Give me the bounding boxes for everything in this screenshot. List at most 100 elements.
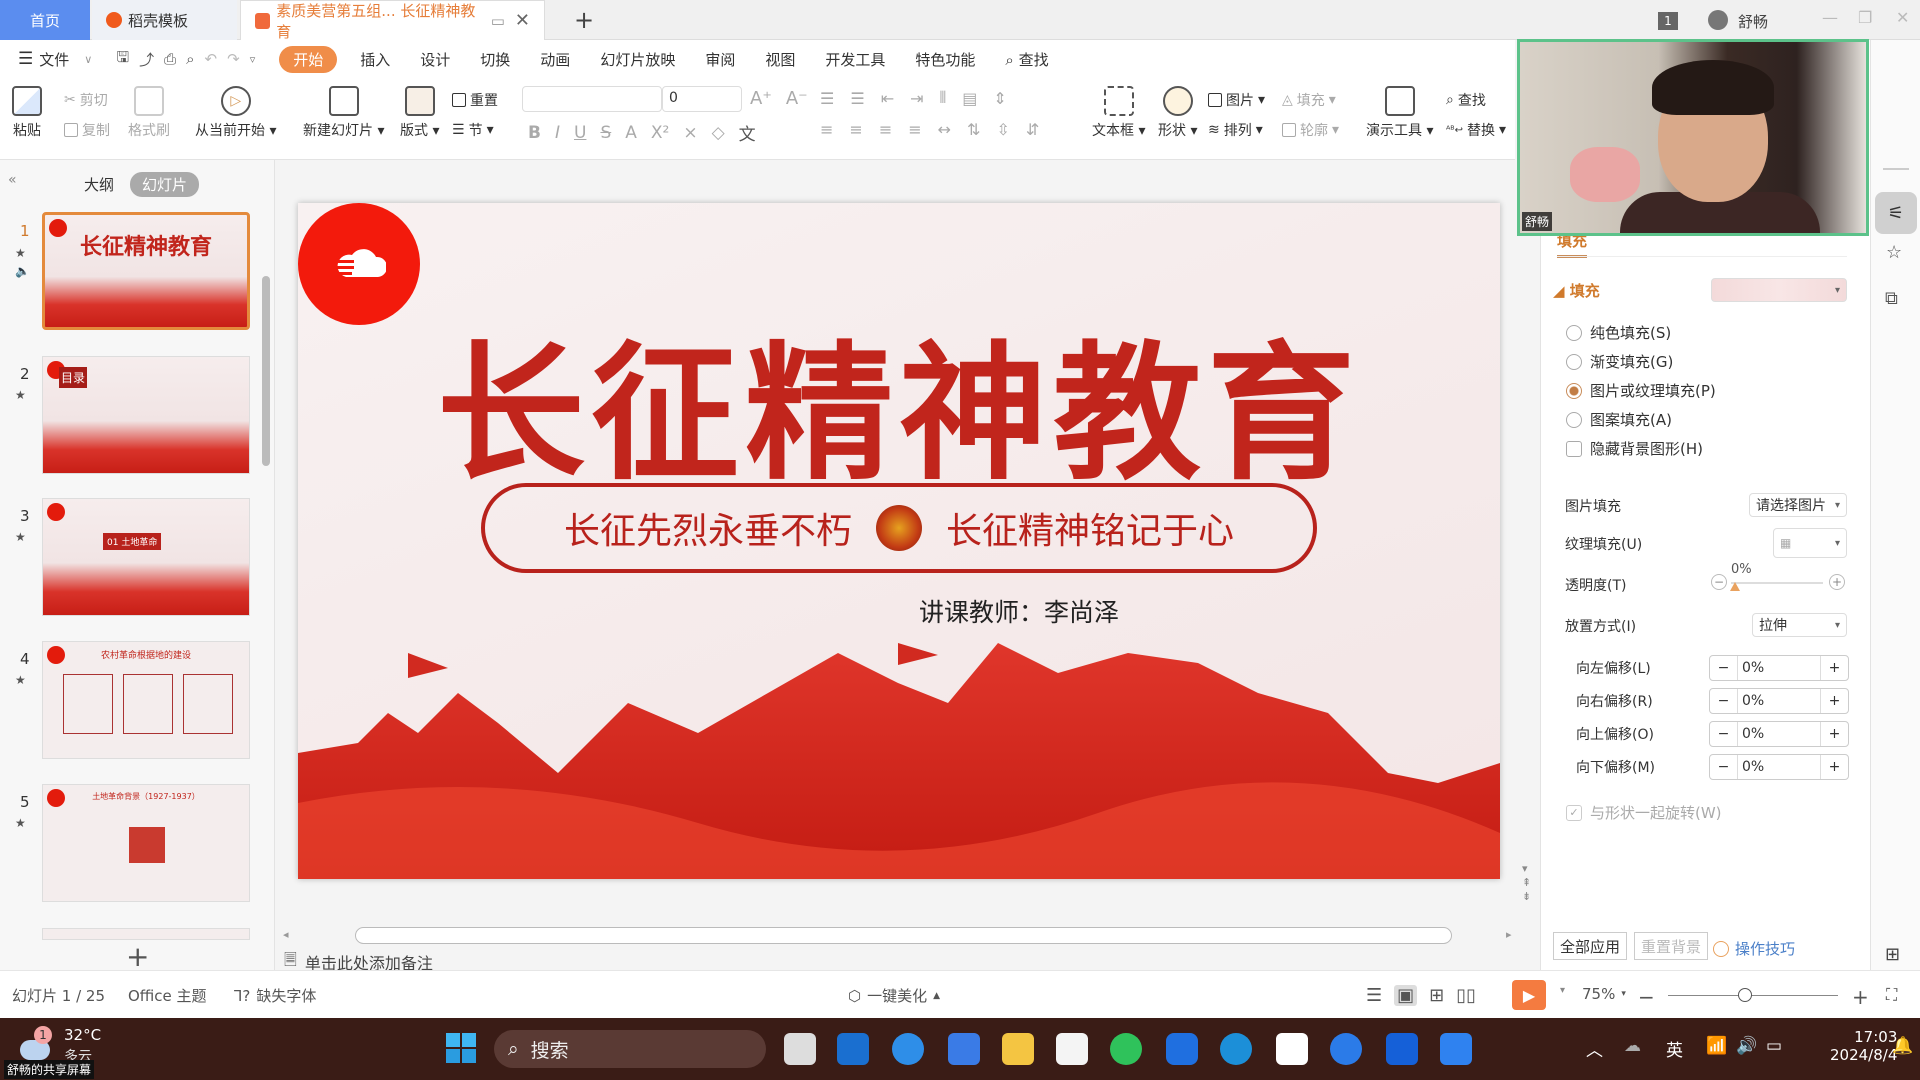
increment-button[interactable]: + [1820, 755, 1848, 779]
onedrive-off-icon[interactable]: ☁ [1624, 1036, 1641, 1056]
slide-teacher[interactable]: 讲课教师：李尚泽 [298, 593, 1500, 629]
numbering-icon[interactable]: ☰ [850, 89, 864, 108]
eraser-icon[interactable]: ◇ [712, 123, 725, 143]
new-tab-button[interactable]: + [560, 0, 608, 40]
hide-background-checkbox[interactable]: 隐藏背景图形(H) [1566, 438, 1703, 459]
offset-right-stepper[interactable]: −0% + [1709, 688, 1849, 714]
thumbnail-scrollbar[interactable] [262, 276, 270, 466]
print-icon[interactable]: ⎙ [164, 50, 176, 68]
text-direction-icon[interactable]: ⇕ [993, 89, 1006, 108]
reset-background-button[interactable]: 重置背景 [1634, 932, 1709, 960]
menu-insert[interactable]: 插入 [345, 49, 405, 70]
placement-dropdown[interactable]: 拉伸 ▾ [1752, 613, 1847, 637]
input-method-indicator[interactable]: 英 [1666, 1036, 1683, 1061]
paste-button[interactable]: 粘贴 [12, 86, 42, 140]
radio-picture-fill[interactable]: 图片或纹理填充(P) [1566, 380, 1716, 401]
picture-button[interactable]: 图片 ▾ [1208, 90, 1265, 110]
menu-design[interactable]: 设计 [405, 49, 465, 70]
layout-button[interactable]: 版式 ▾ [400, 86, 439, 140]
decrease-indent-icon[interactable]: ⇤ [881, 89, 894, 108]
close-tab-icon[interactable]: ✕ [515, 10, 530, 31]
file-explorer-icon[interactable] [1002, 1033, 1034, 1065]
scroll-left-icon[interactable]: ◂ [283, 928, 289, 941]
new-slide-button[interactable]: 新建幻灯片 ▾ [303, 86, 384, 140]
zoom-out-button[interactable]: − [1638, 985, 1655, 1009]
properties-sliders-icon[interactable]: ⚟ [1875, 192, 1917, 234]
radio-solid-fill[interactable]: 纯色填充(S) [1566, 322, 1671, 343]
offset-bottom-value[interactable]: 0% [1738, 755, 1820, 779]
transform-icon[interactable]: ⧉ [1885, 288, 1898, 309]
customize-quick-access-icon[interactable]: ▿ [250, 53, 256, 66]
tips-link[interactable]: 操作技巧 [1713, 938, 1795, 959]
tencent-meeting-icon[interactable] [1330, 1033, 1362, 1065]
kugou-icon[interactable] [1166, 1033, 1198, 1065]
bullets-icon[interactable]: ☰ [820, 89, 834, 108]
myhp-icon[interactable] [837, 1033, 869, 1065]
radio-pattern-fill[interactable]: 图案填充(A) [1566, 409, 1672, 430]
apply-all-button[interactable]: 全部应用 [1553, 932, 1628, 960]
transparency-slider[interactable] [1731, 582, 1823, 584]
bold-icon[interactable]: B [528, 123, 541, 143]
show-hidden-icons[interactable]: ︿ [1586, 1036, 1603, 1061]
section-button[interactable]: ☰ 节 ▾ [452, 120, 494, 140]
slide-thumbnail-6[interactable] [42, 928, 250, 940]
reset-button[interactable]: 重置 [452, 90, 498, 110]
phonetic-icon[interactable]: 文 [739, 120, 756, 145]
transparency-decrease-button[interactable]: − [1711, 574, 1727, 590]
spacing-icon[interactable]: ⇵ [1026, 120, 1039, 139]
slide-thumbnail-3[interactable]: 01 土地革命 [42, 498, 250, 616]
zoom-slider[interactable] [1668, 995, 1838, 996]
align-text-icon[interactable]: ▤ [962, 89, 977, 108]
align-left-icon[interactable]: ≡ [820, 120, 833, 139]
close-window-icon[interactable]: ✕ [1896, 8, 1909, 27]
edge-icon[interactable] [1220, 1033, 1252, 1065]
missing-fonts-button[interactable]: Ꞁ? 缺失字体 [234, 985, 316, 1006]
presentation-tools-button[interactable]: 演示工具 ▾ [1366, 86, 1433, 140]
transparency-slider-thumb[interactable] [1730, 582, 1740, 591]
increase-indent-icon[interactable]: ⇥ [910, 89, 923, 108]
play-from-current-button[interactable]: ▷ 从当前开始 ▾ [195, 86, 276, 140]
fill-button[interactable]: ◬ 填充 ▾ [1282, 90, 1336, 110]
copilot-icon[interactable] [948, 1033, 980, 1065]
menu-slideshow[interactable]: 幻灯片放映 [585, 49, 690, 70]
tab-outline[interactable]: 大纲 [84, 174, 114, 195]
slideshow-options-icon[interactable]: ▾ [1560, 985, 1565, 996]
paragraph-spacing-icon[interactable]: ⇳ [996, 120, 1009, 139]
menu-animations[interactable]: 动画 [525, 49, 585, 70]
scroll-right-icon[interactable]: ▸ [1506, 928, 1512, 941]
help-icon[interactable] [892, 1033, 924, 1065]
user-name[interactable]: 舒畅 [1738, 11, 1768, 32]
baidu-netdisk-icon[interactable] [1276, 1033, 1308, 1065]
notification-badge[interactable]: 1 [1658, 12, 1678, 30]
increment-button[interactable]: + [1820, 656, 1848, 680]
star-effects-icon[interactable]: ☆ [1886, 242, 1902, 263]
slide-thumbnail-1[interactable]: 长征精神教育 [42, 212, 250, 330]
decrement-button[interactable]: − [1710, 656, 1738, 680]
print-preview-icon[interactable]: ⌕ [186, 50, 194, 68]
replace-button[interactable]: ᴬᴮ↩ 替换 ▾ [1446, 120, 1506, 140]
justify-icon[interactable]: ≡ [908, 120, 921, 139]
radio-gradient-fill[interactable]: 渐变填充(G) [1566, 351, 1673, 372]
distribute-icon[interactable]: ↔ [938, 120, 951, 139]
columns-icon[interactable]: ⫴ [940, 88, 947, 108]
zoom-slider-thumb[interactable] [1737, 988, 1752, 1002]
strikethrough-icon[interactable]: S [600, 123, 611, 143]
tab-home[interactable]: 首页 [0, 0, 90, 40]
underline-icon[interactable]: U [574, 123, 586, 143]
wps-icon[interactable] [1440, 1033, 1472, 1065]
offset-left-value[interactable]: 0% [1738, 656, 1820, 680]
hamburger-icon[interactable]: ☰ [0, 49, 33, 69]
beautify-button[interactable]: ⬡ 一键美化 ▲ [848, 985, 940, 1006]
decrease-font-icon[interactable]: A⁻ [786, 88, 808, 109]
drag-handle[interactable] [1883, 168, 1909, 170]
cut-button[interactable]: ✂ 剪切 [64, 90, 108, 110]
battery-icon[interactable]: ▭ [1766, 1036, 1782, 1056]
microsoft-store-icon[interactable] [1056, 1033, 1088, 1065]
play-slideshow-button[interactable]: ▶ [1512, 980, 1546, 1010]
redo-icon[interactable]: ↷ [227, 50, 240, 68]
task-view-icon[interactable] [784, 1033, 816, 1065]
slide-thumbnail-2[interactable]: 目录 [42, 356, 250, 474]
monitor-icon[interactable]: ▭ [491, 12, 505, 30]
taskbar-search[interactable]: ⌕ 搜索 [494, 1030, 766, 1068]
decrement-button[interactable]: − [1710, 755, 1738, 779]
